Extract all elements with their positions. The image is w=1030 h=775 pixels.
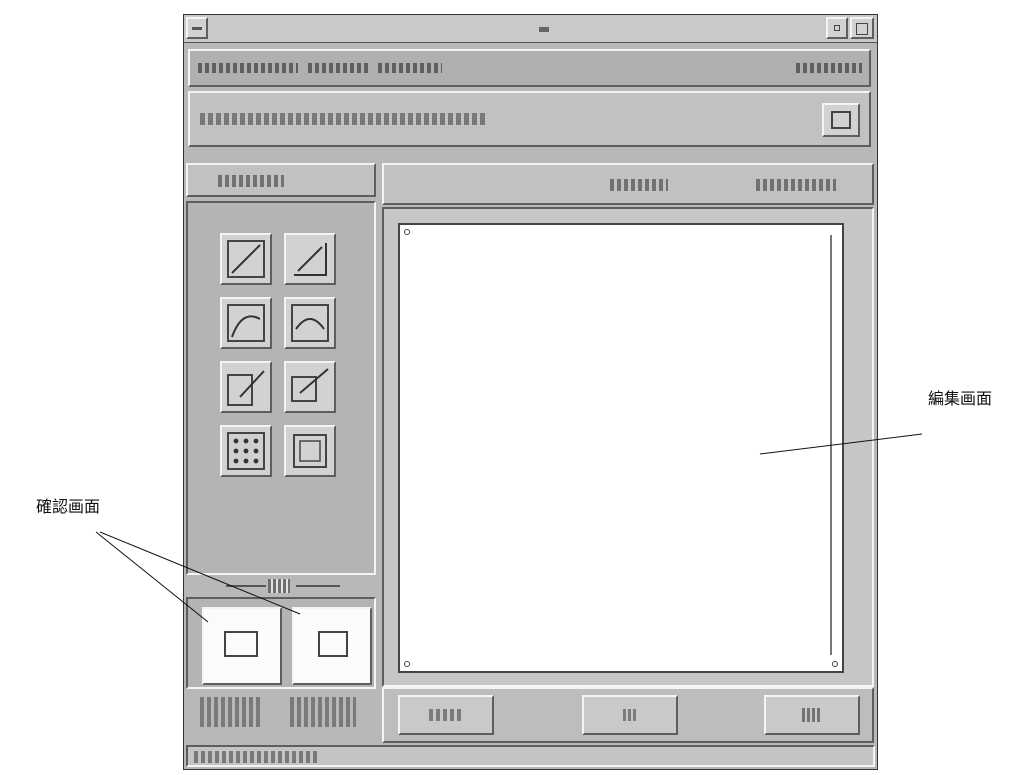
editor-header — [382, 163, 874, 205]
preview-page-icon — [318, 631, 348, 657]
system-menu-icon — [192, 27, 202, 30]
preview-label — [268, 579, 290, 593]
editor-annotation: 編集画面 — [928, 389, 993, 408]
preview-labels — [186, 689, 376, 743]
menu-item-3[interactable] — [378, 61, 442, 75]
tool-panel — [186, 201, 376, 575]
tool-button-2[interactable] — [284, 233, 336, 285]
preview-box-2[interactable] — [292, 607, 372, 685]
editor-canvas[interactable] — [398, 223, 844, 673]
menu-bar — [188, 49, 871, 87]
maximize-icon — [856, 23, 868, 35]
tool-bar — [188, 91, 871, 147]
tool-panel-title — [218, 175, 284, 187]
preview-label-2 — [290, 697, 356, 727]
bottom-button-3[interactable] — [764, 695, 860, 735]
tool-line-corner-icon — [294, 243, 327, 276]
canvas-handle-bottom-right[interactable] — [832, 661, 838, 667]
tool-button-8[interactable] — [284, 425, 336, 477]
preview-separator — [186, 575, 376, 597]
editor-title — [610, 179, 668, 191]
canvas-inner-edge — [830, 235, 832, 655]
menu-item-help[interactable] — [796, 61, 862, 75]
title-bar — [184, 15, 877, 43]
tool-button-3[interactable] — [220, 297, 272, 349]
minimize-button[interactable] — [826, 17, 848, 39]
title-marker — [539, 27, 549, 32]
tool-square-frame-icon — [293, 434, 327, 468]
preview-label-1 — [200, 697, 262, 727]
tool-panel-header — [186, 163, 376, 197]
application-window — [183, 14, 878, 770]
canvas-handle-top-left[interactable] — [404, 229, 410, 235]
maximize-button[interactable] — [850, 17, 874, 39]
preview-box-1[interactable] — [202, 607, 282, 685]
bottom-button-2[interactable] — [582, 695, 678, 735]
system-menu-button[interactable] — [186, 17, 208, 39]
frame-tool-button[interactable] — [822, 103, 860, 137]
tool-button-4[interactable] — [284, 297, 336, 349]
tool-button-7[interactable] — [220, 425, 272, 477]
status-bar — [186, 745, 875, 767]
bottom-button-1[interactable] — [398, 695, 494, 735]
tool-curve-alt-icon — [291, 304, 329, 342]
menu-item-2[interactable] — [308, 61, 368, 75]
tool-button-1[interactable] — [220, 233, 272, 285]
editor-info — [756, 179, 836, 191]
minimize-icon — [834, 25, 840, 31]
tool-pen-alt-icon — [291, 368, 329, 402]
status-text — [194, 751, 318, 763]
preview-annotation: 確認画面 — [36, 497, 101, 516]
tool-line-diagonal-icon — [227, 240, 265, 278]
tool-curve-icon — [227, 304, 265, 342]
preview-panel — [186, 597, 376, 689]
editor-frame — [382, 207, 874, 687]
menu-item-1[interactable] — [198, 61, 298, 75]
tool-button-5[interactable] — [220, 361, 272, 413]
tool-pen-icon — [227, 370, 265, 406]
tool-dot-grid-icon — [227, 432, 265, 470]
frame-icon — [831, 111, 851, 129]
editor-bottom-bar — [382, 687, 874, 743]
canvas-handle-bottom-left[interactable] — [404, 661, 410, 667]
mode-selector[interactable] — [200, 111, 488, 127]
preview-frame-icon — [224, 631, 258, 657]
tool-button-6[interactable] — [284, 361, 336, 413]
